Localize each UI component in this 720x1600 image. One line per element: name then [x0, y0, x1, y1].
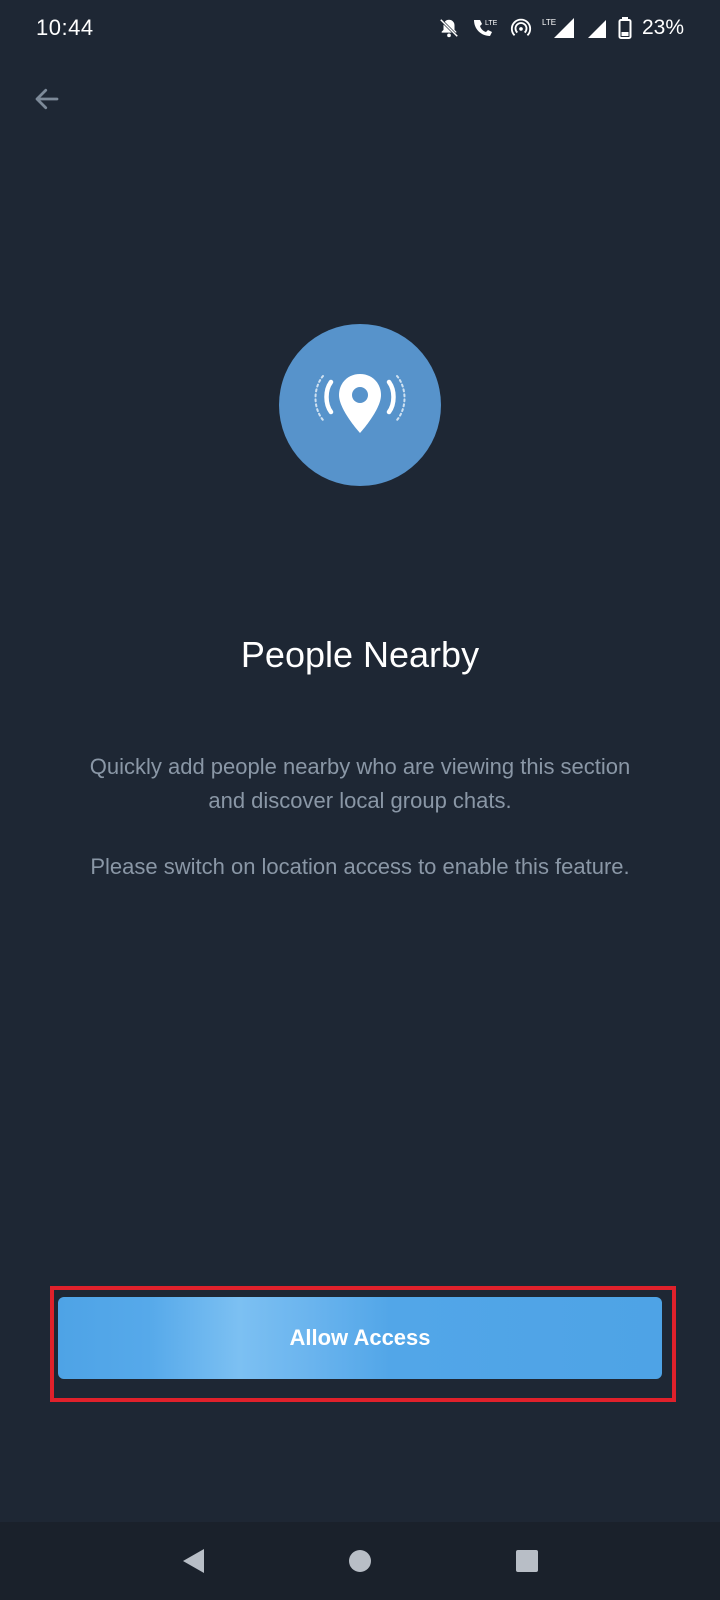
battery-percentage: 23%	[641, 16, 684, 39]
nav-back-button[interactable]	[163, 1531, 223, 1591]
status-time: 10:44	[36, 15, 94, 40]
volte-call-icon: LTE	[470, 16, 500, 40]
nav-recents-button[interactable]	[497, 1531, 557, 1591]
location-hint: Please switch on location access to enab…	[90, 854, 630, 879]
hotspot-icon	[510, 17, 532, 39]
home-circle-icon	[348, 1550, 371, 1572]
people-nearby-screen: 10:44 LTE LTE 23% People Nearby Quickly …	[0, 0, 720, 1600]
recents-square-icon	[515, 1550, 538, 1572]
location-broadcast-icon	[314, 374, 406, 433]
signal-icon: LTE	[542, 16, 576, 40]
system-nav-bar	[0, 1522, 720, 1600]
page-description: Quickly add people nearby who are viewin…	[40, 750, 680, 818]
arrow-left-icon	[35, 88, 59, 110]
back-triangle-icon	[183, 1549, 205, 1573]
description-line: and discover local group chats.	[208, 788, 512, 813]
page-title: People Nearby	[240, 634, 480, 675]
people-nearby-hero	[279, 324, 441, 486]
signal-icon	[586, 16, 608, 40]
bell-off-icon	[438, 17, 460, 39]
back-button[interactable]	[22, 74, 72, 124]
allow-access-button[interactable]: Allow Access	[58, 1297, 662, 1379]
nav-home-button[interactable]	[330, 1531, 390, 1591]
battery-icon	[618, 16, 632, 40]
status-bar: 10:44 LTE LTE 23%	[0, 0, 720, 56]
status-icons: LTE LTE 23%	[438, 16, 684, 40]
network-label: LTE	[542, 18, 556, 27]
description-line: Quickly add people nearby who are viewin…	[89, 754, 631, 779]
network-label: LTE	[485, 20, 498, 27]
